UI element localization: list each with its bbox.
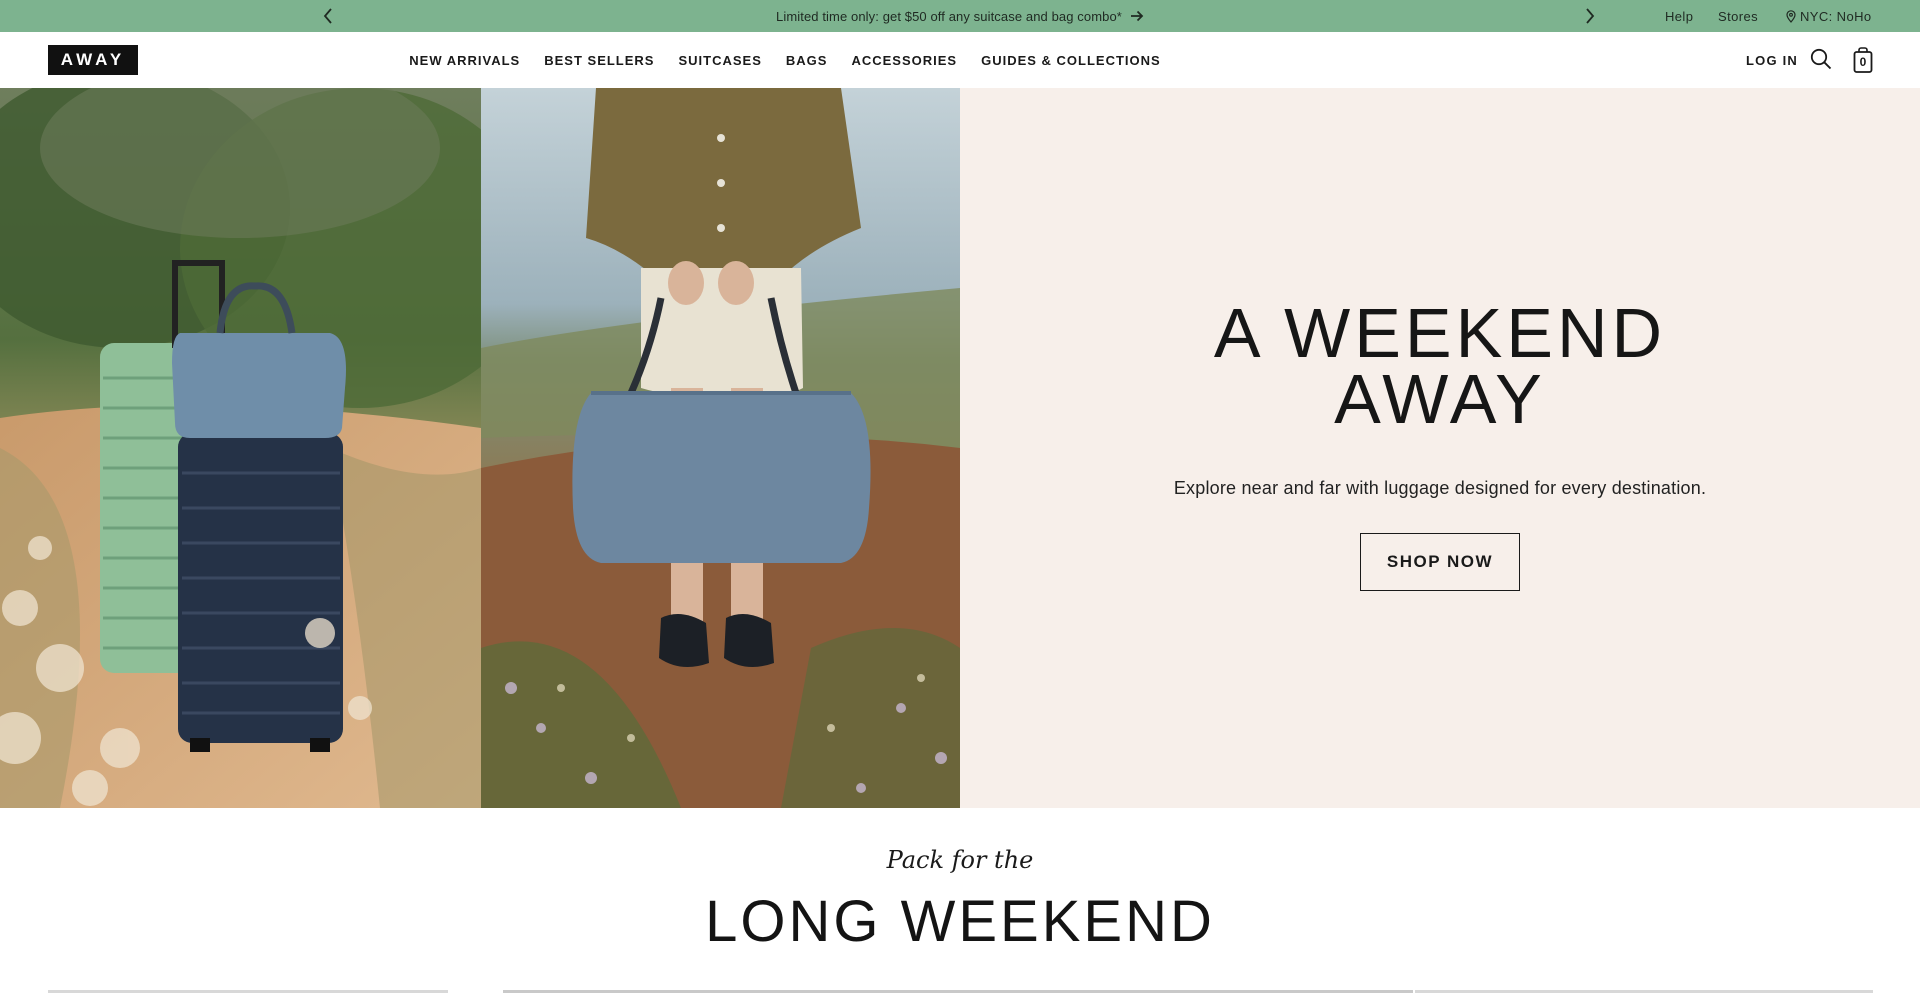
hero-image-woman-with-duffel [481, 88, 960, 808]
map-pin-icon [1786, 9, 1796, 23]
stores-link[interactable]: Stores [1718, 0, 1758, 32]
main-nav: NEW ARRIVALS BEST SELLERS SUITCASES BAGS… [0, 32, 1920, 88]
help-link[interactable]: Help [1665, 0, 1693, 32]
promo-message-wrap[interactable]: Limited time only: get $50 off any suitc… [0, 0, 1920, 32]
promo-next-button[interactable] [1580, 6, 1600, 26]
long-weekend-section: Pack for the LONG WEEKEND [0, 808, 1920, 993]
cart-count: 0 [1859, 55, 1867, 69]
hero-image-luggage-on-trail [0, 88, 481, 808]
hero-content-panel: A WEEKEND AWAY Explore near and far with… [960, 88, 1920, 808]
nav-item-best-sellers[interactable]: BEST SELLERS [544, 53, 654, 68]
shop-now-button[interactable]: SHOP NOW [1360, 533, 1520, 591]
nav-item-bags[interactable]: BAGS [786, 53, 828, 68]
hero-title: A WEEKEND AWAY [960, 298, 1920, 434]
announcement-bar: Limited time only: get $50 off any suitc… [0, 0, 1920, 32]
away-logo[interactable]: AWAY [48, 45, 138, 75]
nav-item-guides-collections[interactable]: GUIDES & COLLECTIONS [981, 53, 1161, 68]
nav-item-new-arrivals[interactable]: NEW ARRIVALS [409, 53, 520, 68]
search-button[interactable] [1810, 48, 1832, 70]
nav-item-suitcases[interactable]: SUITCASES [678, 53, 761, 68]
store-location-link[interactable]: NYC: NoHo [1786, 0, 1872, 32]
hero-subtitle: Explore near and far with luggage design… [1173, 478, 1707, 498]
login-link[interactable]: LOG IN [1746, 32, 1798, 88]
store-location-label: NYC: NoHo [1800, 8, 1872, 24]
chevron-right-icon [1586, 8, 1595, 24]
cart-button[interactable]: 0 [1852, 46, 1874, 74]
hero-banner: A WEEKEND AWAY Explore near and far with… [0, 88, 1920, 808]
arrow-right-icon [1130, 10, 1144, 22]
nav-item-accessories[interactable]: ACCESSORIES [851, 53, 957, 68]
site-header: AWAY NEW ARRIVALS BEST SELLERS SUITCASES… [0, 32, 1920, 88]
section-eyebrow: Pack for the [886, 846, 1034, 874]
hero-title-line-2: AWAY [1334, 360, 1546, 438]
section-title: LONG WEEKEND [705, 889, 1215, 954]
search-icon [1810, 48, 1832, 70]
main-nav-list: NEW ARRIVALS BEST SELLERS SUITCASES BAGS… [409, 53, 1160, 68]
promo-message[interactable]: Limited time only: get $50 off any suitc… [776, 9, 1122, 24]
